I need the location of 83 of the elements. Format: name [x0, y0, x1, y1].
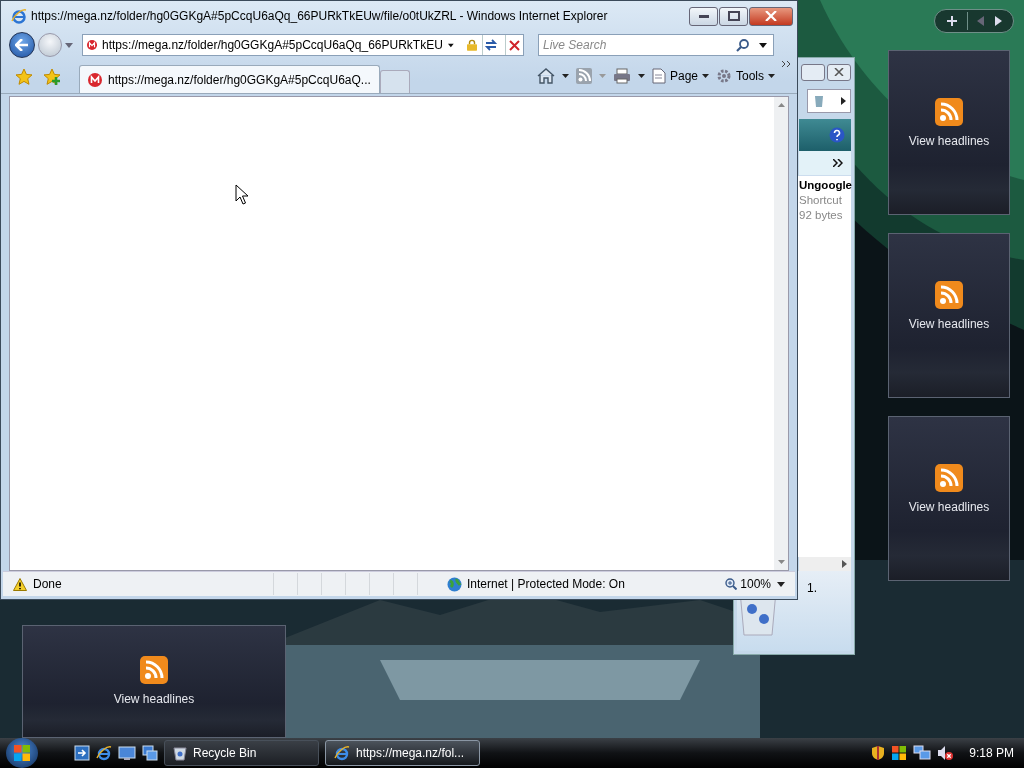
dropdown-icon — [768, 74, 775, 78]
browser-tab[interactable]: https://mega.nz/folder/hg0GGKgA#5pCcqU6aQ... — [79, 65, 380, 93]
show-desktop-icon[interactable] — [118, 745, 136, 761]
network-icon[interactable] — [913, 745, 932, 761]
refresh-button[interactable] — [481, 35, 500, 55]
rss-icon[interactable] — [935, 97, 963, 126]
ie-icon[interactable] — [96, 745, 112, 761]
start-button[interactable] — [6, 738, 38, 768]
maximize-button[interactable] — [801, 63, 825, 81]
rss-icon[interactable] — [140, 656, 168, 684]
minimize-icon — [698, 14, 709, 18]
page-icon — [651, 68, 666, 84]
maximize-button[interactable] — [719, 6, 748, 26]
maximize-icon — [727, 11, 740, 21]
favicon-icon — [88, 72, 102, 87]
windows-logo-icon — [13, 744, 31, 762]
taskbar-button[interactable]: https://mega.nz/fol... — [325, 740, 480, 766]
close-button[interactable] — [749, 6, 793, 26]
clock[interactable]: 9:18 PM — [969, 746, 1014, 760]
file-type: Shortcut — [799, 193, 843, 208]
scroll-right-icon — [842, 560, 847, 568]
warning-icon[interactable] — [13, 577, 27, 591]
cursor-icon — [235, 184, 249, 205]
close-button[interactable] — [827, 63, 851, 81]
horizontal-scrollbar[interactable] — [799, 557, 851, 571]
windows-flag-icon[interactable] — [891, 745, 908, 761]
home-icon[interactable] — [536, 68, 555, 84]
stop-icon — [508, 39, 520, 51]
favicon-icon — [87, 38, 98, 52]
ie-icon — [11, 8, 27, 24]
muted-speaker-icon[interactable] — [937, 745, 954, 761]
gadget-label[interactable]: View headlines — [908, 499, 990, 514]
more-icon[interactable] — [782, 61, 791, 68]
more-icon[interactable] — [833, 159, 843, 167]
windows-icon[interactable] — [142, 745, 158, 761]
status-text: Done — [33, 577, 63, 591]
dropdown-icon[interactable] — [777, 581, 785, 587]
star-icon[interactable] — [15, 68, 33, 86]
chevron-icon[interactable] — [841, 97, 846, 105]
vertical-scrollbar[interactable] — [774, 97, 788, 570]
preview-label: 1. — [807, 581, 817, 595]
security-zone[interactable]: Internet | Protected Mode: On — [447, 576, 707, 592]
back-arrow-icon — [15, 39, 29, 51]
feed-icon[interactable] — [575, 68, 592, 84]
dropdown-icon[interactable] — [447, 42, 454, 48]
lock-icon[interactable] — [466, 37, 477, 53]
file-size: 92 bytes — [799, 208, 844, 223]
globe-icon — [447, 576, 462, 592]
gadget-label[interactable]: View headlines — [908, 133, 990, 148]
scroll-up-icon[interactable] — [777, 103, 785, 107]
toolbar-menu[interactable]: Tools — [716, 68, 775, 84]
ie-icon — [334, 745, 350, 761]
recycle-bin-icon — [173, 745, 187, 761]
back-button[interactable] — [9, 32, 35, 58]
dropdown-icon[interactable] — [637, 74, 645, 78]
window-title: https://mega.nz/folder/hg0GGKgA#5pCcqU6aQq_66PURkTkEUw/file/o0tUkZRL - Windows Internet Explorer — [31, 9, 608, 23]
printer-icon[interactable] — [612, 68, 631, 84]
switch-windows-icon[interactable] — [74, 745, 90, 761]
zoom-icon — [725, 578, 738, 590]
minimize-button[interactable] — [689, 6, 718, 26]
file-name[interactable]: Ungoogle — [799, 178, 851, 193]
gadget-label[interactable]: View headlines — [908, 316, 990, 331]
add-favorite-icon[interactable] — [43, 68, 61, 86]
rss-icon[interactable] — [935, 280, 963, 309]
gadget-label[interactable]: View headlines — [113, 692, 195, 706]
dropdown-icon[interactable] — [561, 74, 569, 78]
toolbar-menu[interactable]: Page — [651, 68, 709, 84]
refresh-icon — [484, 39, 499, 51]
taskbar-button[interactable]: Recycle Bin — [164, 740, 319, 766]
close-icon — [834, 68, 844, 76]
recycle-bin-icon — [812, 94, 826, 108]
zoom-level[interactable]: 100% — [725, 577, 771, 591]
close-icon — [765, 11, 777, 21]
dropdown-icon — [702, 74, 709, 78]
shield-icon[interactable] — [871, 745, 886, 761]
add-icon[interactable] — [945, 15, 958, 27]
address-field[interactable]: https://mega.nz/folder/hg0GGKgA#5pCcqU6aQq_66PURkTkEU — [82, 34, 524, 56]
gear-icon — [716, 68, 732, 84]
next-icon[interactable] — [994, 16, 1003, 26]
scroll-down-icon[interactable] — [777, 560, 785, 564]
help-icon[interactable] — [829, 127, 845, 143]
rss-icon[interactable] — [935, 463, 963, 492]
stop-button[interactable] — [504, 35, 523, 55]
